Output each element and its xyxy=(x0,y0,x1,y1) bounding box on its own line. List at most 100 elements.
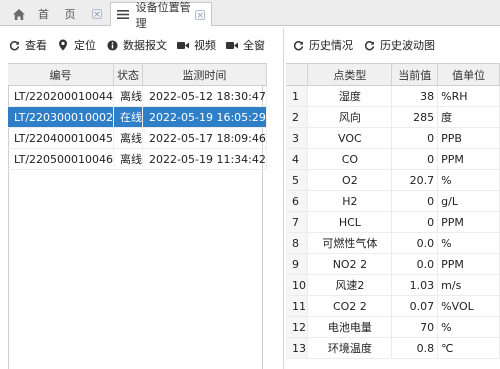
close-icon[interactable]: × xyxy=(195,9,205,21)
data-message-button[interactable]: 数据报文 xyxy=(106,37,167,53)
close-icon[interactable]: × xyxy=(92,9,102,20)
history-chart-button[interactable]: 历史波动图 xyxy=(363,37,435,53)
device-id-cell: LT/220200010044 xyxy=(8,85,115,107)
current-value-cell: 0 xyxy=(391,190,439,212)
home-icon xyxy=(12,7,26,21)
table-row[interactable]: 12 电池电量 70% xyxy=(286,316,500,338)
row-index-cell: 11 xyxy=(286,295,309,317)
point-type-cell: H2 xyxy=(307,190,393,212)
column-header-point-type[interactable]: 点类型 xyxy=(307,63,393,86)
table-row[interactable]: 7 HCL 0 PPM xyxy=(286,211,500,233)
current-value-cell: 0.07 xyxy=(391,295,439,317)
unit-cell: g/L xyxy=(437,190,500,212)
current-value-cell: 0.0 xyxy=(391,232,439,254)
device-id-cell: LT/220300010002 xyxy=(8,106,115,128)
device-id-cell: LT/220400010045 xyxy=(8,127,115,149)
unit-cell: % xyxy=(437,316,500,338)
monitor-time-cell: 2022-05-17 18:09:46 xyxy=(142,127,267,149)
row-index-cell: 7 xyxy=(286,211,309,233)
unit-cell: 度 xyxy=(437,106,500,128)
sensor-table: 点类型 当前值 值单位 1 湿度 38 %RH 2 风向 285 度 3 VOC 0 PPB 4 CO 0 P… xyxy=(286,63,500,359)
row-index-cell: 12 xyxy=(286,316,309,338)
location-pin-icon xyxy=(57,39,69,51)
column-header-unit[interactable]: 值单位 xyxy=(437,63,500,86)
current-value-cell: 1.03 xyxy=(391,274,439,296)
device-table-header: 编号 状态 监测时间 xyxy=(8,63,267,86)
unit-cell: PPM xyxy=(437,211,500,233)
column-header-status[interactable]: 状态 xyxy=(113,63,144,86)
column-header-id[interactable]: 编号 xyxy=(8,63,115,86)
current-value-cell: 70 xyxy=(391,316,439,338)
view-button-label: 查看 xyxy=(25,39,47,52)
refresh-icon xyxy=(363,39,375,51)
row-index-cell: 4 xyxy=(286,148,309,170)
row-index-cell: 8 xyxy=(286,232,309,254)
row-index-cell: 10 xyxy=(286,274,309,296)
table-row[interactable]: 1 湿度 38 %RH xyxy=(286,85,500,107)
tab-home[interactable]: 首 页 × xyxy=(6,2,108,26)
unit-cell: % xyxy=(437,232,500,254)
table-row[interactable]: LT/220400010045 离线 2022-05-17 18:09:46 xyxy=(8,127,267,149)
history-chart-button-label: 历史波动图 xyxy=(380,39,435,52)
current-value-cell: 0.0 xyxy=(391,253,439,275)
row-index-cell: 1 xyxy=(286,85,309,107)
device-status-cell: 离线 xyxy=(113,127,144,149)
point-type-cell: 电池电量 xyxy=(307,316,393,338)
current-value-cell: 0 xyxy=(391,148,439,170)
refresh-icon xyxy=(292,39,304,51)
point-type-cell: CO xyxy=(307,148,393,170)
right-toolbar: 历史情况 历史波动图 xyxy=(292,34,445,56)
point-type-cell: 湿度 xyxy=(307,85,393,107)
unit-cell: ℃ xyxy=(437,337,500,359)
table-row[interactable]: 10 风速2 1.03 m/s xyxy=(286,274,500,296)
point-type-cell: 风向 xyxy=(307,106,393,128)
list-icon xyxy=(117,8,130,22)
left-toolbar: 查看 定位 数据报文 视频 全窗 xyxy=(8,34,275,56)
video-camera-icon xyxy=(177,39,189,51)
table-row[interactable]: 13 环境温度 0.8 ℃ xyxy=(286,337,500,359)
point-type-cell: O2 xyxy=(307,169,393,191)
current-value-cell: 0 xyxy=(391,211,439,233)
video-camera-icon xyxy=(226,39,238,51)
current-value-cell: 20.7 xyxy=(391,169,439,191)
table-row[interactable]: 5 O2 20.7% xyxy=(286,169,500,191)
table-row[interactable]: LT/220300010002 在线 2022-05-19 16:05:29 xyxy=(8,106,267,128)
monitor-time-cell: 2022-05-12 18:30:47 xyxy=(142,85,267,107)
table-row[interactable]: 3 VOC 0 PPB xyxy=(286,127,500,149)
monitor-time-cell: 2022-05-19 11:34:42 xyxy=(142,148,267,170)
column-header-monitor-time[interactable]: 监测时间 xyxy=(142,63,267,86)
locate-button[interactable]: 定位 xyxy=(57,37,96,53)
unit-cell: %RH xyxy=(437,85,500,107)
table-row[interactable]: 6 H2 0 g/L xyxy=(286,190,500,212)
table-row[interactable]: LT/220500010046 离线 2022-05-19 11:34:42 xyxy=(8,148,267,170)
unit-cell: %VOL xyxy=(437,295,500,317)
table-row[interactable]: LT/220200010044 离线 2022-05-12 18:30:47 xyxy=(8,85,267,107)
tab-home-label: 首 页 xyxy=(38,8,82,21)
tab-device-location[interactable]: 设备位置管理 × xyxy=(110,1,212,30)
tab-device-location-label: 设备位置管理 xyxy=(135,0,191,30)
history-status-button[interactable]: 历史情况 xyxy=(292,37,353,53)
point-type-cell: 可燃性气体 xyxy=(307,232,393,254)
video-button-label: 视频 xyxy=(194,39,216,52)
column-header-current-value[interactable]: 当前值 xyxy=(391,63,439,86)
row-index-cell: 3 xyxy=(286,127,309,149)
tab-bar: 首 页 × 设备位置管理 × xyxy=(0,0,500,30)
full-window-button-label: 全窗 xyxy=(243,39,265,52)
view-button[interactable]: 查看 xyxy=(8,37,47,53)
column-header-index xyxy=(286,63,309,86)
video-button[interactable]: 视频 xyxy=(177,37,216,53)
row-index-cell: 2 xyxy=(286,106,309,128)
table-row[interactable]: 4 CO 0 PPM xyxy=(286,148,500,170)
table-row[interactable]: 2 风向 285 度 xyxy=(286,106,500,128)
point-type-cell: NO2 2 xyxy=(307,253,393,275)
table-row[interactable]: 9 NO2 2 0.0 PPM xyxy=(286,253,500,275)
row-index-cell: 6 xyxy=(286,190,309,212)
locate-button-label: 定位 xyxy=(74,39,96,52)
unit-cell: PPM xyxy=(437,253,500,275)
info-icon xyxy=(106,39,118,51)
full-window-button[interactable]: 全窗 xyxy=(226,37,265,53)
table-row[interactable]: 8 可燃性气体 0.0% xyxy=(286,232,500,254)
table-row[interactable]: 11 CO2 2 0.07 %VOL xyxy=(286,295,500,317)
unit-cell: PPM xyxy=(437,148,500,170)
current-value-cell: 285 xyxy=(391,106,439,128)
